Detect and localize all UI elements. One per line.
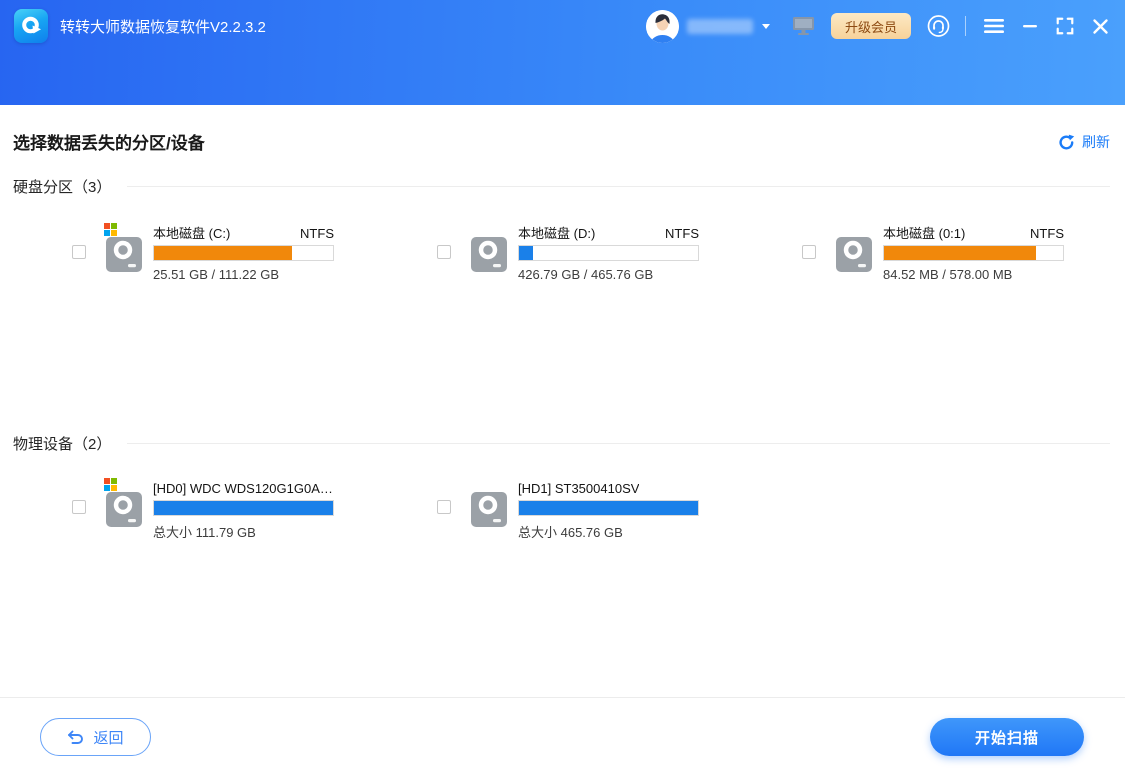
app-logo-icon (14, 9, 48, 43)
caret-down-icon[interactable] (762, 24, 770, 29)
undo-icon (67, 730, 84, 745)
partition-name: 本地磁盘 (0:1) (883, 224, 965, 243)
username-redacted (687, 19, 753, 34)
usage-bar-fill (884, 246, 1036, 260)
checkbox[interactable] (437, 500, 451, 514)
device-list: [HD0] WDC WDS120G1G0A-0... 总大小 111.79 GB… (60, 477, 790, 541)
usage-bar (518, 245, 699, 261)
disk-icon (104, 228, 144, 280)
partition-card-c[interactable]: 本地磁盘 (C:) NTFS 25.51 GB / 111.22 GB (60, 222, 425, 282)
section-header-devices: 物理设备（2） (13, 433, 1110, 454)
titlebar: 转转大师数据恢复软件V2.2.3.2 (0, 0, 1125, 105)
usage-bar-fill (154, 246, 292, 260)
partition-size: 426.79 GB / 465.76 GB (518, 267, 699, 282)
back-label: 返回 (93, 727, 123, 748)
device-size: 总大小 111.79 GB (153, 522, 334, 541)
usage-bar-fill (154, 501, 333, 515)
filesystem-label: NTFS (1030, 224, 1064, 243)
display-icon[interactable] (792, 16, 815, 36)
customer-service-icon[interactable] (926, 14, 951, 39)
titlebar-divider (965, 16, 966, 36)
usage-bar (883, 245, 1064, 261)
disk-icon (469, 483, 509, 535)
device-size: 总大小 465.76 GB (518, 522, 699, 541)
app-title: 转转大师数据恢复软件V2.2.3.2 (60, 16, 266, 37)
usage-bar-fill (519, 246, 533, 260)
user-avatar[interactable] (646, 10, 679, 43)
usage-bar (153, 500, 334, 516)
section-header-partitions: 硬盘分区（3） (13, 176, 1110, 197)
refresh-label: 刷新 (1082, 132, 1110, 152)
maximize-icon[interactable] (1055, 16, 1075, 36)
device-name: [HD1] ST3500410SV (518, 479, 639, 498)
section-title-devices: 物理设备（2） (13, 433, 111, 454)
filesystem-label: NTFS (665, 224, 699, 243)
upgrade-membership-button[interactable]: 升级会员 (831, 13, 911, 39)
start-scan-button[interactable]: 开始扫描 (930, 718, 1084, 756)
partition-size: 84.52 MB / 578.00 MB (883, 267, 1064, 282)
refresh-button[interactable]: 刷新 (1058, 132, 1110, 152)
partition-list: 本地磁盘 (C:) NTFS 25.51 GB / 111.22 GB 本地磁 (60, 222, 1125, 282)
page-title: 选择数据丢失的分区/设备 (13, 129, 205, 154)
checkbox[interactable] (802, 245, 816, 259)
checkbox[interactable] (72, 245, 86, 259)
device-name: [HD0] WDC WDS120G1G0A-0... (153, 479, 334, 498)
usage-bar (153, 245, 334, 261)
minimize-icon[interactable] (1022, 18, 1038, 34)
partition-card-01[interactable]: 本地磁盘 (0:1) NTFS 84.52 MB / 578.00 MB (790, 222, 1125, 282)
windows-logo-icon (104, 223, 117, 236)
app-window: 转转大师数据恢复软件V2.2.3.2 (0, 0, 1125, 769)
checkbox[interactable] (72, 500, 86, 514)
section-divider (127, 443, 1110, 444)
disk-icon (104, 483, 144, 535)
refresh-icon (1058, 134, 1075, 151)
section-title-partitions: 硬盘分区（3） (13, 176, 111, 197)
menu-icon[interactable] (983, 18, 1005, 34)
partition-name: 本地磁盘 (C:) (153, 224, 230, 243)
partition-size: 25.51 GB / 111.22 GB (153, 267, 334, 282)
partition-card-d[interactable]: 本地磁盘 (D:) NTFS 426.79 GB / 465.76 GB (425, 222, 790, 282)
device-card-hd0[interactable]: [HD0] WDC WDS120G1G0A-0... 总大小 111.79 GB (60, 477, 425, 541)
footer: 返回 开始扫描 (0, 697, 1125, 769)
usage-bar (518, 500, 699, 516)
close-icon[interactable] (1092, 18, 1109, 35)
filesystem-label: NTFS (300, 224, 334, 243)
partition-name: 本地磁盘 (D:) (518, 224, 595, 243)
checkbox[interactable] (437, 245, 451, 259)
windows-logo-icon (104, 478, 117, 491)
section-divider (127, 186, 1110, 187)
disk-icon (834, 228, 874, 280)
usage-bar-fill (519, 501, 698, 515)
device-card-hd1[interactable]: [HD1] ST3500410SV 总大小 465.76 GB (425, 477, 790, 541)
disk-icon (469, 228, 509, 280)
back-button[interactable]: 返回 (40, 718, 151, 756)
